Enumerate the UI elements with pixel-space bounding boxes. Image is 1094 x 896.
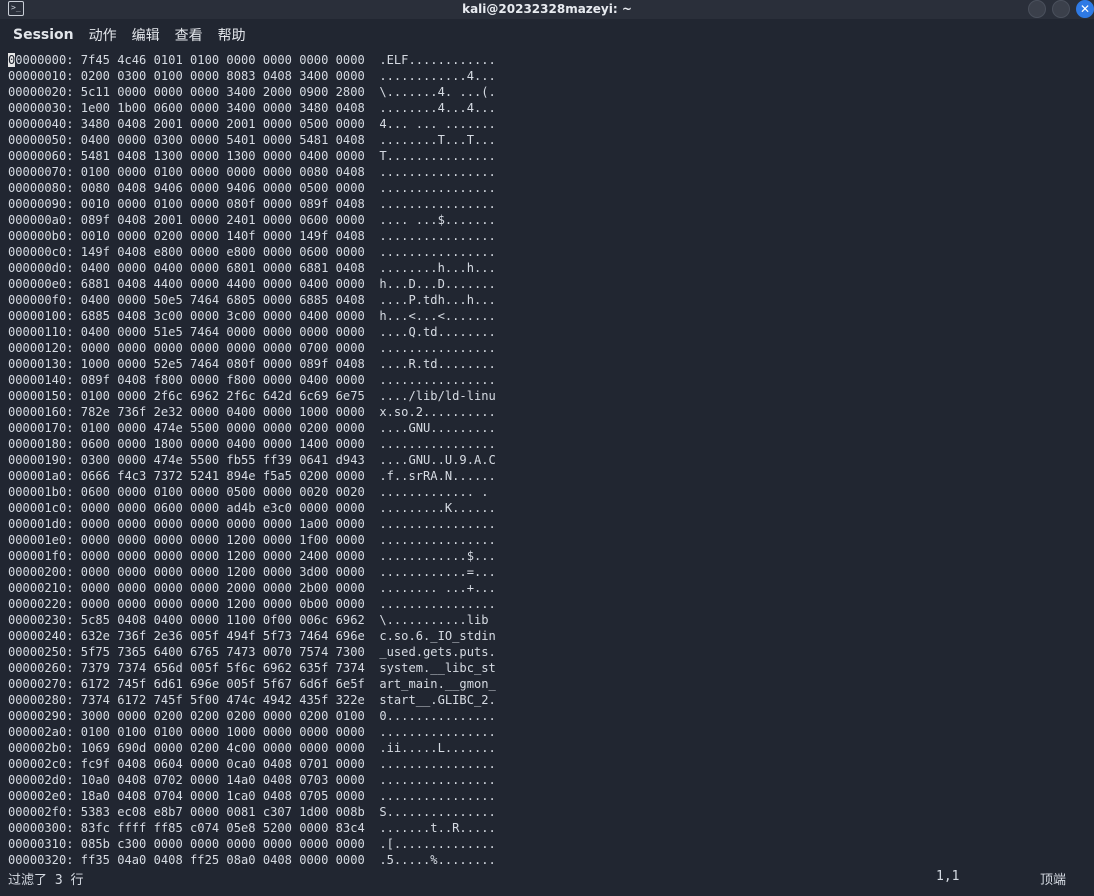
hex-line: 000001e0: 0000 0000 0000 0000 1200 0000 … xyxy=(8,533,496,547)
hex-line: 00000090: 0010 0000 0100 0000 080f 0000 … xyxy=(8,197,496,211)
hex-line: 00000060: 5481 0408 1300 0000 1300 0000 … xyxy=(8,149,496,163)
hex-line: 000002f0: 5383 ec08 e8b7 0000 0081 c307 … xyxy=(8,805,496,819)
hex-line: 00000260: 7379 7374 656d 005f 5f6c 6962 … xyxy=(8,661,496,675)
close-icon[interactable]: ✕ xyxy=(1076,0,1094,18)
hex-line: 00000130: 1000 0000 52e5 7464 080f 0000 … xyxy=(8,357,496,371)
text-cursor: 0 xyxy=(8,53,16,67)
hex-line: 00000280: 7374 6172 745f 5f00 474c 4942 … xyxy=(8,693,496,707)
hex-line: 00000270: 6172 745f 6d61 696e 005f 5f67 … xyxy=(8,677,496,691)
menu-help[interactable]: 帮助 xyxy=(218,25,246,45)
hex-line: 000002c0: fc9f 0408 0604 0000 0ca0 0408 … xyxy=(8,757,496,771)
hex-line: 00000150: 0100 0000 2f6c 6962 2f6c 642d … xyxy=(8,389,496,403)
hex-line: 000000d0: 0400 0000 0400 0000 6801 0000 … xyxy=(8,261,496,275)
hex-line: 000002a0: 0100 0100 0100 0000 1000 0000 … xyxy=(8,725,496,739)
hex-line: 000001b0: 0600 0000 0100 0000 0500 0000 … xyxy=(8,485,489,499)
hex-line: 000000b0: 0010 0000 0200 0000 140f 0000 … xyxy=(8,229,496,243)
minimize-icon[interactable] xyxy=(1028,0,1046,18)
hex-line: 00000160: 782e 736f 2e32 0000 0400 0000 … xyxy=(8,405,496,419)
hex-line: 00000290: 3000 0000 0200 0200 0200 0000 … xyxy=(8,709,496,723)
scroll-location: 顶端 xyxy=(1040,873,1067,888)
hex-line: 000002b0: 1069 690d 0000 0200 4c00 0000 … xyxy=(8,741,496,755)
hex-line: 00000050: 0400 0000 0300 0000 5401 0000 … xyxy=(8,133,496,147)
hex-line: 00000010: 0200 0300 0100 0000 8083 0408 … xyxy=(8,69,496,83)
hex-dump-area[interactable]: 00000000: 7f45 4c46 0101 0100 0000 0000 … xyxy=(8,52,1078,870)
hex-line: 00000100: 6885 0408 3c00 0000 3c00 0000 … xyxy=(8,309,496,323)
hex-line: 00000320: ff35 04a0 0408 ff25 08a0 0408 … xyxy=(8,853,496,867)
hex-line: 00000190: 0300 0000 474e 5500 fb55 ff39 … xyxy=(8,453,496,467)
menu-actions[interactable]: 动作 xyxy=(89,25,117,45)
hex-line: 000002e0: 18a0 0408 0704 0000 1ca0 0408 … xyxy=(8,789,496,803)
menu-bar: Session 动作 编辑 查看 帮助 xyxy=(0,19,1094,50)
hex-line: 00000030: 1e00 1b00 0600 0000 3400 0000 … xyxy=(8,101,496,115)
status-message: 过滤了 3 行 xyxy=(8,873,84,888)
hex-line: 000000a0: 089f 0408 2001 0000 2401 0000 … xyxy=(8,213,496,227)
hex-line: 00000070: 0100 0000 0100 0000 0000 0000 … xyxy=(8,165,496,179)
hex-line: 00000180: 0600 0000 1800 0000 0400 0000 … xyxy=(8,437,496,451)
hex-line: 00000110: 0400 0000 51e5 7464 0000 0000 … xyxy=(8,325,496,339)
hex-line: 000001c0: 0000 0000 0600 0000 ad4b e3c0 … xyxy=(8,501,496,515)
hex-line: 00000200: 0000 0000 0000 0000 1200 0000 … xyxy=(8,565,496,579)
hex-line: 00000210: 0000 0000 0000 0000 2000 0000 … xyxy=(8,581,496,595)
hex-line: 00000220: 0000 0000 0000 0000 1200 0000 … xyxy=(8,597,496,611)
hex-line: 00000040: 3480 0408 2001 0000 2001 0000 … xyxy=(8,117,496,131)
window-title: kali@20232328mazeyi: ~ xyxy=(462,2,632,16)
hex-line: 000002d0: 10a0 0408 0702 0000 14a0 0408 … xyxy=(8,773,496,787)
hex-line: 00000310: 085b c300 0000 0000 0000 0000 … xyxy=(8,837,496,851)
hex-line: 000000e0: 6881 0408 4400 0000 4400 0000 … xyxy=(8,277,496,291)
status-bar: 过滤了 3 行 1,1 顶端 xyxy=(0,868,1094,888)
cursor-position: 1,1 xyxy=(936,869,960,884)
hex-line: 000000f0: 0400 0000 50e5 7464 6805 0000 … xyxy=(8,293,496,307)
hex-line: 00000250: 5f75 7365 6400 6765 7473 0070 … xyxy=(8,645,496,659)
menu-session[interactable]: Session xyxy=(13,27,74,43)
hex-line: 00000140: 089f 0408 f800 0000 f800 0000 … xyxy=(8,373,496,387)
hex-line: 000000c0: 149f 0408 e800 0000 e800 0000 … xyxy=(8,245,496,259)
hex-line: 00000080: 0080 0408 9406 0000 9406 0000 … xyxy=(8,181,496,195)
hex-line: 000001a0: 0666 f4c3 7372 5241 894e f5a5 … xyxy=(8,469,496,483)
hex-line: 000001f0: 0000 0000 0000 0000 1200 0000 … xyxy=(8,549,496,563)
hex-line: 00000020: 5c11 0000 0000 0000 3400 2000 … xyxy=(8,85,496,99)
hex-line: 00000300: 83fc ffff ff85 c074 05e8 5200 … xyxy=(8,821,496,835)
hex-line: 00000230: 5c85 0408 0400 0000 1100 0f00 … xyxy=(8,613,489,627)
maximize-icon[interactable] xyxy=(1052,0,1070,18)
title-bar: >_ kali@20232328mazeyi: ~ ✕ xyxy=(0,0,1094,19)
menu-edit[interactable]: 编辑 xyxy=(132,25,160,45)
hex-line: 00000170: 0100 0000 474e 5500 0000 0000 … xyxy=(8,421,496,435)
hex-line: 00000000: 7f45 4c46 0101 0100 0000 0000 … xyxy=(8,53,496,67)
menu-view[interactable]: 查看 xyxy=(175,25,203,45)
hex-line: 00000240: 632e 736f 2e36 005f 494f 5f73 … xyxy=(8,629,496,643)
hex-line: 000001d0: 0000 0000 0000 0000 0000 0000 … xyxy=(8,517,496,531)
hex-line: 00000120: 0000 0000 0000 0000 0000 0000 … xyxy=(8,341,496,355)
